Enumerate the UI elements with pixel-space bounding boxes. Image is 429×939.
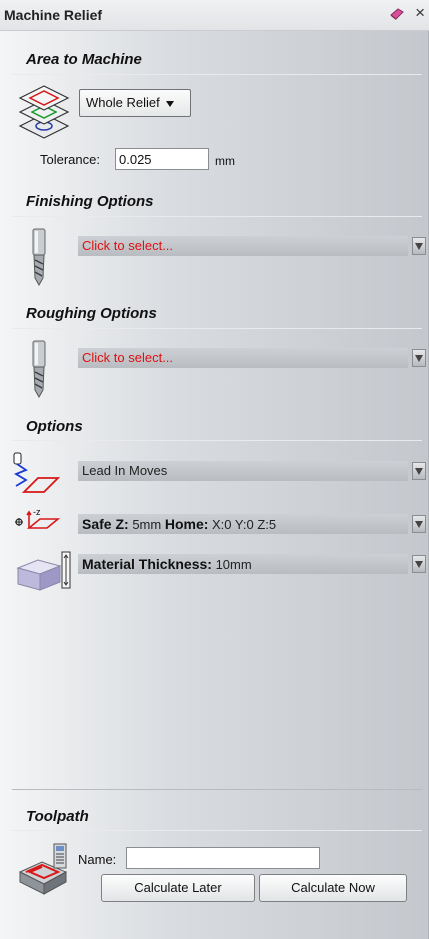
- toolpath-icon: [18, 843, 68, 895]
- finishing-tool-text: Click to select...: [82, 238, 174, 253]
- end-mill-icon: [32, 228, 46, 286]
- safe-z-icon: -z: [15, 507, 61, 529]
- lead-in-expand-button[interactable]: [412, 462, 426, 480]
- roughing-tool-select[interactable]: Click to select...: [78, 348, 408, 368]
- safe-z-value: 5mm: [132, 517, 162, 532]
- divider: [12, 216, 422, 217]
- home-label: Home:: [164, 516, 209, 532]
- tolerance-unit: mm: [215, 154, 235, 168]
- area-mode-dropdown[interactable]: Whole Relief: [79, 89, 191, 117]
- roughing-heading: Roughing Options: [26, 305, 157, 322]
- material-thickness-value: 10mm: [215, 557, 252, 572]
- safe-z-home-row[interactable]: Safe Z: 5mm Home: X:0 Y:0 Z:5: [78, 514, 408, 534]
- material-thickness-expand-button[interactable]: [412, 555, 426, 573]
- material-block-icon: [16, 551, 71, 591]
- divider: [12, 440, 422, 441]
- close-icon[interactable]: ×: [415, 3, 425, 23]
- finishing-heading: Finishing Options: [26, 193, 154, 210]
- lead-in-text: Lead In Moves: [82, 463, 168, 478]
- roughing-expand-button[interactable]: [412, 349, 426, 367]
- divider: [12, 328, 422, 329]
- toolpath-name-input[interactable]: [126, 847, 320, 869]
- toolpath-name-label: Name:: [78, 852, 117, 867]
- safe-z-expand-button[interactable]: [412, 515, 426, 533]
- area-heading: Area to Machine: [26, 51, 142, 68]
- title-bar: Machine Relief ×: [0, 0, 429, 31]
- panel-title: Machine Relief: [4, 7, 103, 23]
- area-mode-value: Whole Relief: [86, 95, 160, 110]
- toolpath-heading: Toolpath: [26, 808, 89, 825]
- material-thickness-row[interactable]: Material Thickness: 10mm: [78, 554, 408, 574]
- divider: [12, 789, 422, 790]
- machine-relief-panel: Machine Relief × Area to Machine Whole R…: [0, 0, 429, 939]
- tolerance-label: Tolerance:: [40, 152, 100, 167]
- chevron-down-icon: [166, 100, 175, 107]
- finishing-tool-select[interactable]: Click to select...: [78, 236, 408, 256]
- tolerance-input[interactable]: [115, 148, 209, 170]
- layers-icon: [18, 85, 70, 139]
- calculate-later-button[interactable]: Calculate Later: [101, 874, 255, 902]
- divider: [12, 74, 422, 75]
- safe-z-home-text: Safe Z: 5mm Home: X:0 Y:0 Z:5: [82, 516, 276, 532]
- calculate-now-button[interactable]: Calculate Now: [259, 874, 407, 902]
- end-mill-icon: [32, 340, 46, 398]
- lead-in-moves-row[interactable]: Lead In Moves: [78, 461, 408, 481]
- home-value: X:0 Y:0 Z:5: [212, 517, 277, 532]
- divider: [12, 830, 422, 831]
- options-heading: Options: [26, 418, 83, 435]
- material-thickness-label: Material Thickness:: [82, 556, 212, 572]
- lead-in-icon: [13, 452, 61, 493]
- material-thickness-text: Material Thickness: 10mm: [82, 556, 252, 572]
- safe-z-label: Safe Z:: [82, 516, 129, 532]
- svg-text:-z: -z: [33, 507, 41, 517]
- roughing-tool-text: Click to select...: [82, 350, 174, 365]
- eraser-pin-icon[interactable]: [389, 7, 405, 21]
- finishing-expand-button[interactable]: [412, 237, 426, 255]
